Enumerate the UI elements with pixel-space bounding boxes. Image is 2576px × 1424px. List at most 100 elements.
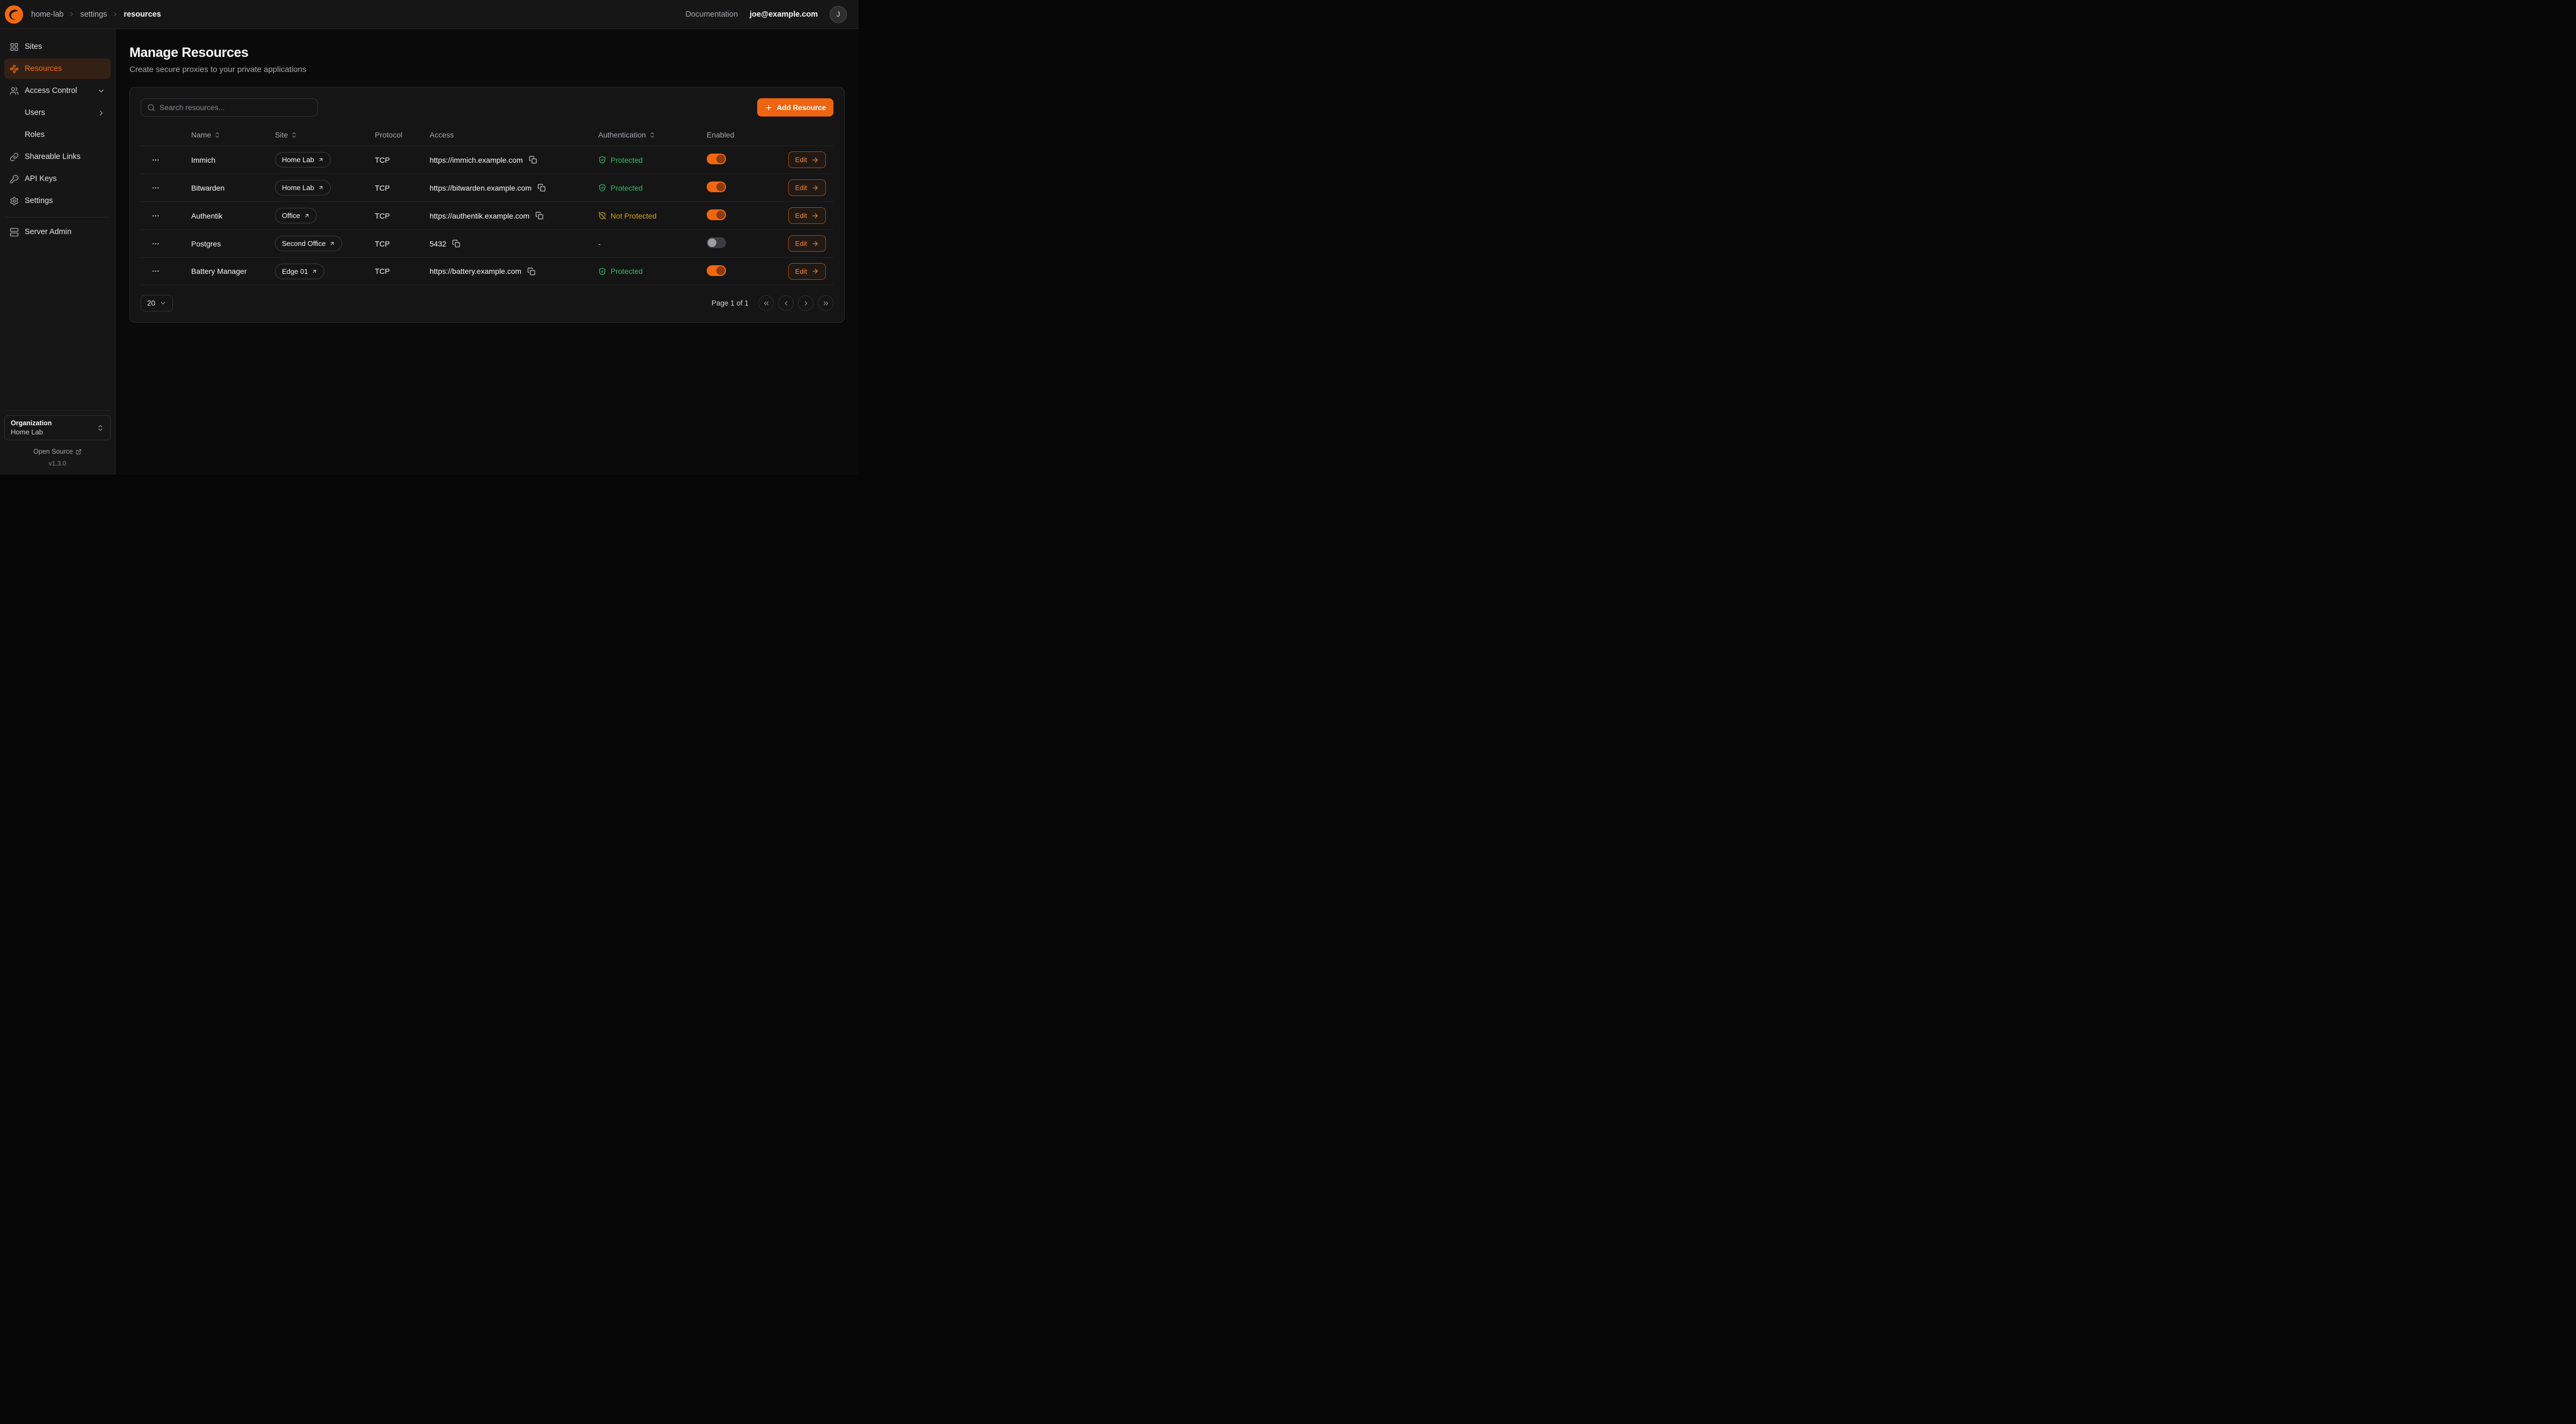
column-header-access: Access <box>430 130 454 139</box>
last-page-button[interactable] <box>818 295 833 311</box>
sidebar-item-roles[interactable]: Roles <box>4 125 111 145</box>
organization-value: Home Lab <box>11 428 52 436</box>
sidebar-item-sites[interactable]: Sites <box>4 37 111 57</box>
sidebar-item-label: Settings <box>25 197 53 205</box>
site-link-button[interactable]: Office <box>275 208 317 223</box>
arrow-right-icon <box>811 156 819 164</box>
row-menu-button[interactable] <box>149 237 162 250</box>
arrow-up-right-icon <box>304 213 310 219</box>
enabled-toggle[interactable] <box>707 209 726 220</box>
open-source-link[interactable]: Open Source <box>4 448 111 455</box>
protocol-value: TCP <box>375 239 430 248</box>
arrow-up-right-icon <box>329 241 335 246</box>
site-link-button[interactable]: Second Office <box>275 236 342 251</box>
column-header-name: Name <box>191 130 211 139</box>
sidebar-item-resources[interactable]: Resources <box>4 59 111 79</box>
waypoints-icon <box>10 64 19 74</box>
access-value: 5432 <box>430 239 446 248</box>
edit-button[interactable]: Edit <box>788 207 826 224</box>
row-menu-button[interactable] <box>149 154 162 166</box>
chevron-right-icon <box>112 11 119 18</box>
row-menu-button[interactable] <box>149 265 162 278</box>
protocol-value: TCP <box>375 267 430 275</box>
breadcrumb: home-lab settings resources <box>31 10 161 19</box>
sidebar-divider <box>5 410 110 411</box>
row-menu-button[interactable] <box>149 181 162 194</box>
table-row: Battery Manager Edge 01 TCP https:// <box>141 257 833 285</box>
add-resource-button[interactable]: Add Resource <box>757 98 833 117</box>
chevrons-up-down-icon <box>97 424 104 432</box>
row-menu-button[interactable] <box>149 209 162 222</box>
page-size-select[interactable]: 20 <box>141 295 173 311</box>
table-footer: 20 Page 1 of 1 <box>141 295 833 311</box>
access-value: https://battery.example.com <box>430 267 521 275</box>
site-link-button[interactable]: Home Lab <box>275 152 331 168</box>
table-row: Bitwarden Home Lab TCP https://bitwa <box>141 173 833 201</box>
protocol-value: TCP <box>375 212 430 220</box>
organization-selector[interactable]: Organization Home Lab <box>4 415 111 440</box>
avatar[interactable]: J <box>830 6 847 23</box>
auth-status: - <box>598 239 707 248</box>
copy-icon[interactable] <box>536 183 547 193</box>
sidebar-item-api-keys[interactable]: API Keys <box>4 169 111 189</box>
topbar: home-lab settings resources Documentatio… <box>0 0 859 29</box>
sidebar-item-shareable-links[interactable]: Shareable Links <box>4 147 111 167</box>
sidebar-item-label: API Keys <box>25 175 57 183</box>
plus-icon <box>765 104 773 112</box>
sidebar-item-access-control[interactable]: Access Control <box>4 81 111 101</box>
resource-name: Authentik <box>191 212 275 220</box>
chevron-down-icon <box>97 87 105 95</box>
edit-button[interactable]: Edit <box>788 179 826 196</box>
chevron-right-icon <box>68 11 75 18</box>
sidebar-item-settings[interactable]: Settings <box>4 191 111 211</box>
sort-icon[interactable] <box>214 132 221 139</box>
page-info: Page 1 of 1 <box>712 299 749 307</box>
enabled-toggle[interactable] <box>707 181 726 192</box>
copy-icon[interactable] <box>451 238 461 249</box>
server-icon <box>10 228 19 237</box>
sidebar-item-label: Users <box>25 108 45 117</box>
breadcrumb-resources[interactable]: resources <box>124 10 161 19</box>
sidebar-item-label: Access Control <box>25 86 77 95</box>
sidebar-item-users[interactable]: Users <box>4 103 111 123</box>
external-link-icon <box>76 449 82 455</box>
protocol-value: TCP <box>375 156 430 164</box>
sort-icon[interactable] <box>649 132 656 139</box>
arrow-up-right-icon <box>318 185 324 191</box>
enabled-toggle[interactable] <box>707 265 726 276</box>
edit-button[interactable]: Edit <box>788 263 826 280</box>
breadcrumb-home-lab[interactable]: home-lab <box>31 10 63 19</box>
user-email[interactable]: joe@example.com <box>750 10 818 19</box>
resource-name: Immich <box>191 156 275 164</box>
table-body: Immich Home Lab TCP https://immich.e <box>141 146 833 285</box>
copy-icon[interactable] <box>528 155 538 165</box>
site-link-button[interactable]: Home Lab <box>275 180 331 195</box>
previous-page-button[interactable] <box>778 295 794 311</box>
search-input[interactable] <box>159 103 311 112</box>
column-header-site: Site <box>275 130 288 139</box>
arrow-up-right-icon <box>318 157 324 163</box>
breadcrumb-settings[interactable]: settings <box>80 10 107 19</box>
sidebar-item-server-admin[interactable]: Server Admin <box>4 222 111 242</box>
copy-icon[interactable] <box>534 210 545 221</box>
auth-status: Protected <box>598 267 707 275</box>
edit-button[interactable]: Edit <box>788 151 826 168</box>
sort-icon[interactable] <box>291 132 297 139</box>
next-page-button[interactable] <box>798 295 814 311</box>
app-window: home-lab settings resources Documentatio… <box>0 0 859 475</box>
documentation-link[interactable]: Documentation <box>686 10 738 19</box>
app-logo-icon[interactable] <box>4 5 24 24</box>
site-link-button[interactable]: Edge 01 <box>275 264 324 279</box>
page-title: Manage Resources <box>129 45 845 61</box>
edit-button[interactable]: Edit <box>788 235 826 252</box>
copy-icon[interactable] <box>526 266 536 277</box>
arrow-right-icon <box>811 240 819 248</box>
resource-name: Postgres <box>191 239 275 248</box>
column-header-protocol: Protocol <box>375 130 402 139</box>
enabled-toggle[interactable] <box>707 154 726 164</box>
access-value: https://immich.example.com <box>430 156 523 164</box>
first-page-button[interactable] <box>758 295 774 311</box>
column-header-authentication: Authentication <box>598 130 646 139</box>
enabled-toggle[interactable] <box>707 237 726 248</box>
arrow-up-right-icon <box>311 268 317 274</box>
